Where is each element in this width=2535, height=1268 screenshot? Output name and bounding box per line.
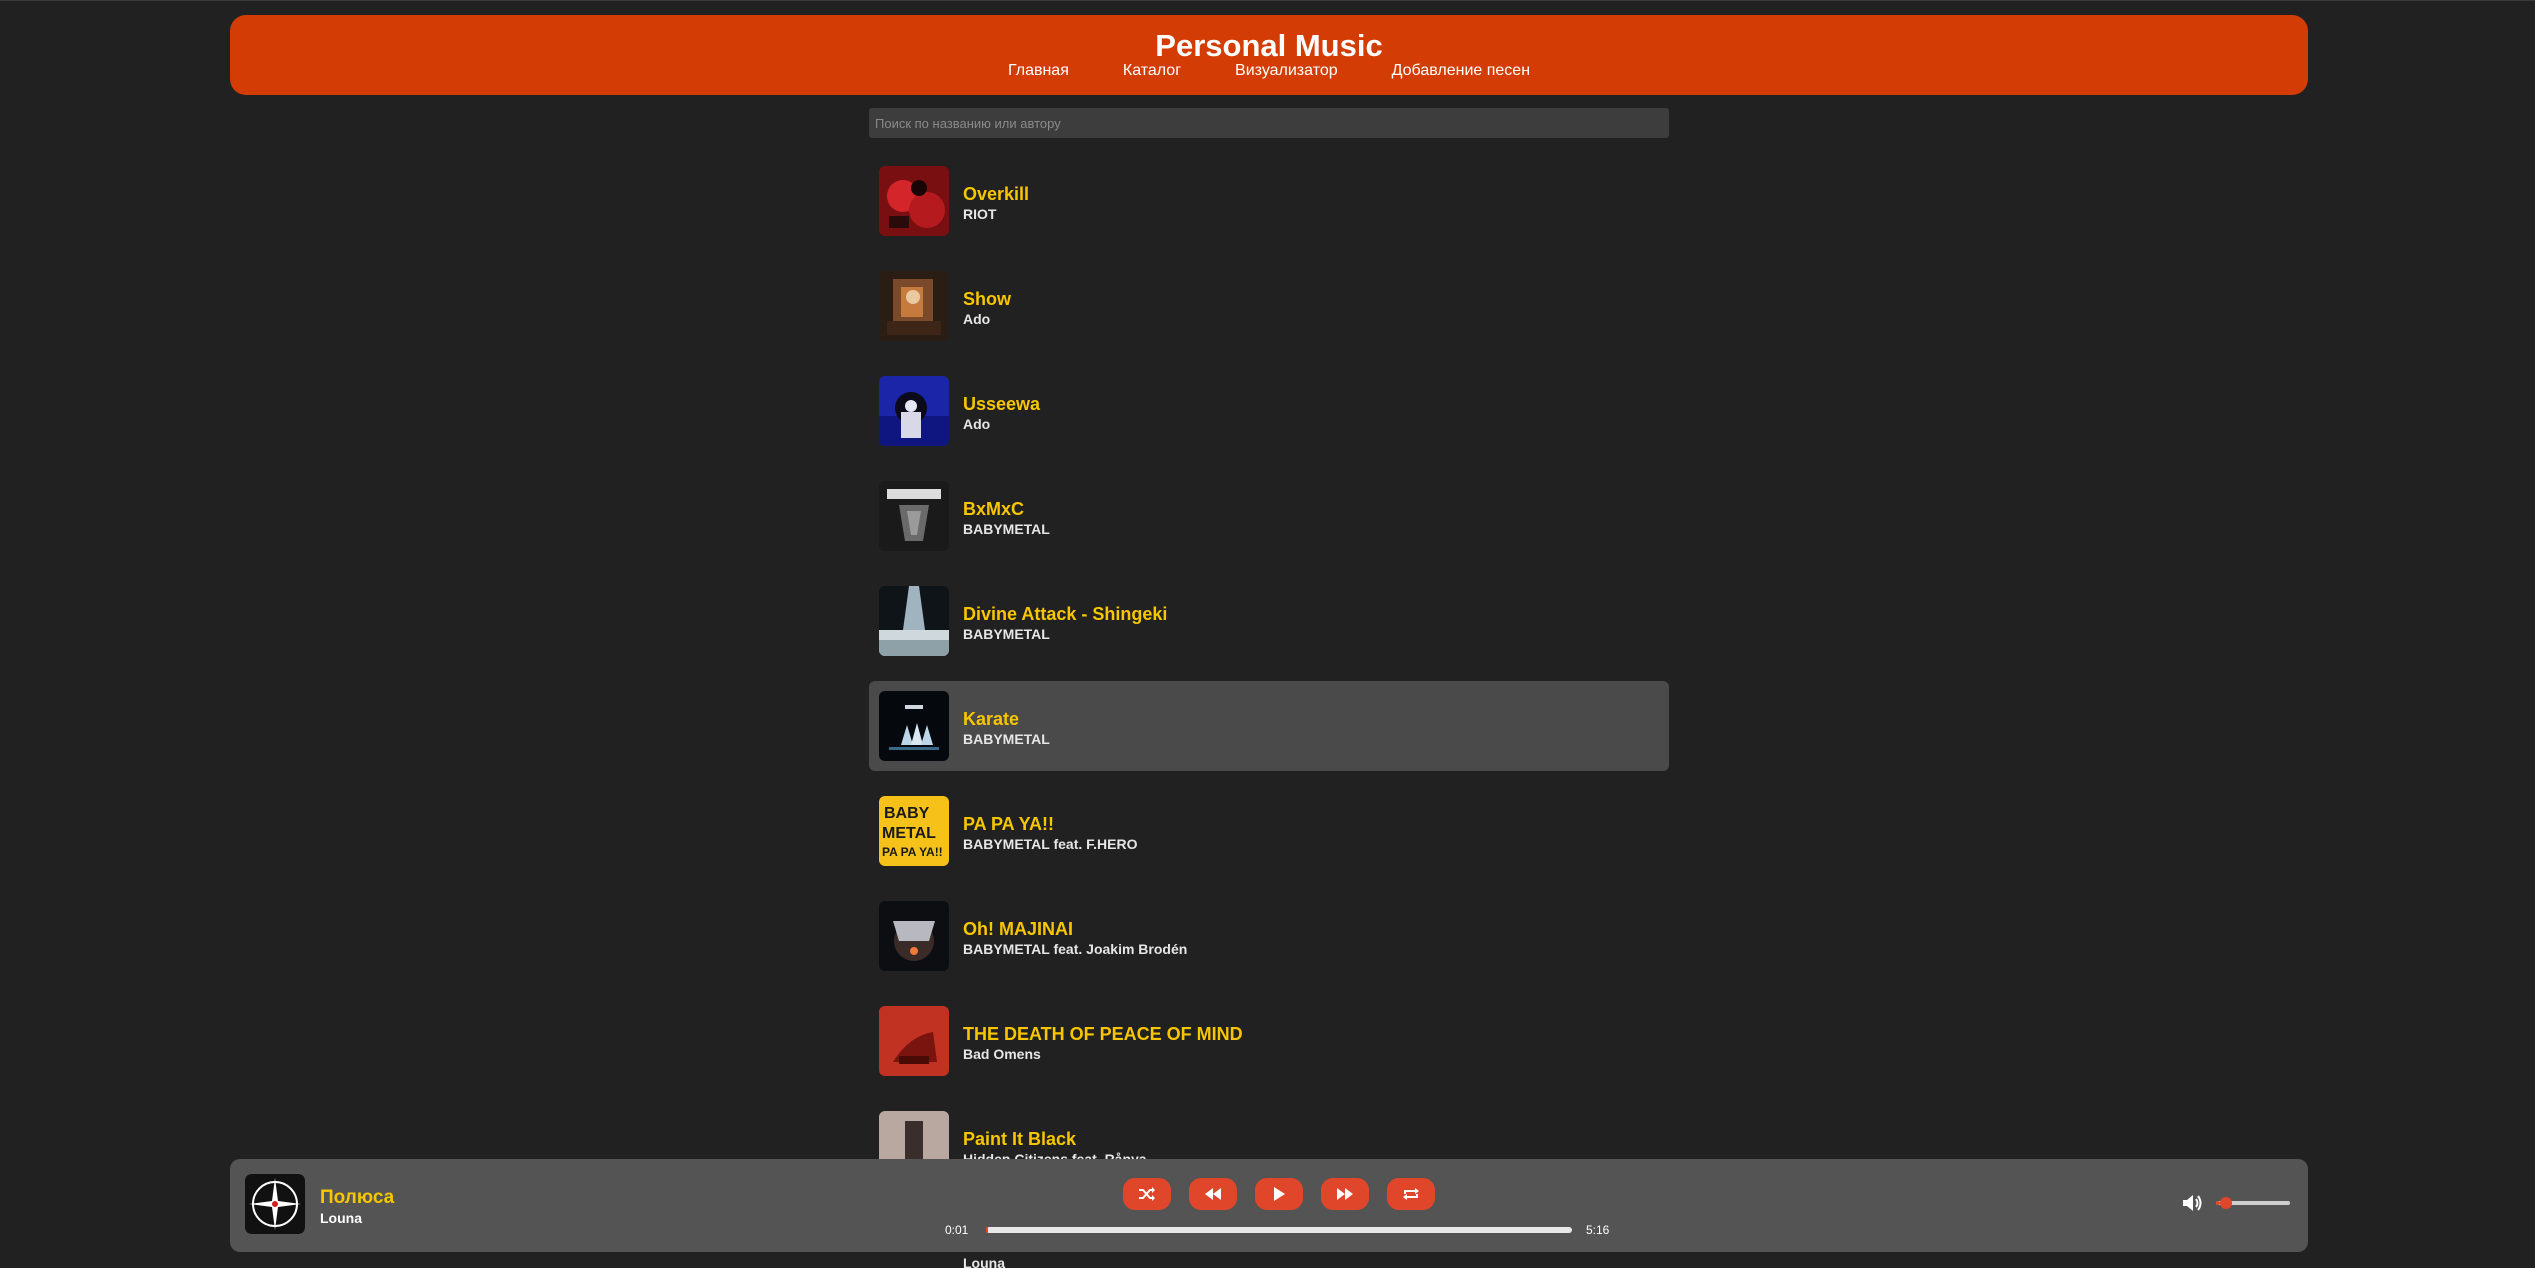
repeat-button[interactable] bbox=[1387, 1178, 1435, 1210]
app-title: Personal Music bbox=[1155, 28, 1383, 63]
song-title: Karate bbox=[963, 709, 1020, 729]
nav-add-songs[interactable]: Добавление песен bbox=[1365, 62, 1557, 80]
progress-fill bbox=[986, 1227, 988, 1233]
album-cover bbox=[879, 271, 949, 341]
song-title: Show bbox=[963, 289, 1011, 309]
now-playing-artist: Louna bbox=[320, 1210, 362, 1226]
album-cover bbox=[879, 481, 949, 551]
album-cover bbox=[879, 166, 949, 236]
search-input[interactable] bbox=[869, 108, 1669, 138]
song-title: Overkill bbox=[963, 184, 1030, 204]
song-title: BxMxC bbox=[963, 499, 1025, 519]
song-item-oh-majinai[interactable]: Oh! MAJINAI BABYMETAL feat. Joakim Brodé… bbox=[869, 891, 1669, 981]
app-header: Personal Music Главная Каталог Визуализа… bbox=[230, 15, 2308, 95]
volume-slider[interactable] bbox=[2216, 1197, 2290, 1209]
song-item-show[interactable]: Show Ado bbox=[869, 261, 1669, 351]
total-time: 5:16 bbox=[1586, 1223, 1610, 1237]
song-artist: BABYMETAL bbox=[963, 731, 1050, 747]
nav-visualizer[interactable]: Визуализатор bbox=[1208, 62, 1365, 80]
album-cover bbox=[879, 376, 949, 446]
now-playing-cover bbox=[245, 1174, 305, 1234]
song-item-overkill[interactable]: Overkill RIOT bbox=[869, 156, 1669, 246]
repeat-icon bbox=[1403, 1188, 1419, 1200]
song-artist: BABYMETAL feat. F.HERO bbox=[963, 836, 1138, 852]
song-item-bxmxc[interactable]: BxMxC BABYMETAL bbox=[869, 471, 1669, 561]
song-artist: BABYMETAL bbox=[963, 521, 1050, 537]
nav-home[interactable]: Главная bbox=[981, 62, 1096, 80]
song-title: Oh! MAJINAI bbox=[963, 919, 1073, 939]
fast-forward-button[interactable] bbox=[1321, 1178, 1369, 1210]
main-nav: Главная Каталог Визуализатор Добавление … bbox=[230, 62, 2308, 80]
current-time: 0:01 bbox=[945, 1223, 969, 1237]
song-item-death-of-peace[interactable]: THE DEATH OF PEACE OF MIND Bad Omens bbox=[869, 996, 1669, 1086]
fast-forward-icon bbox=[1337, 1188, 1353, 1200]
song-artist: Ado bbox=[963, 416, 991, 432]
song-title: Divine Attack - Shingeki bbox=[963, 604, 1168, 624]
nav-catalog[interactable]: Каталог bbox=[1096, 62, 1208, 80]
svg-text:PA PA YA!!: PA PA YA!! bbox=[882, 845, 943, 859]
shuffle-button[interactable] bbox=[1123, 1178, 1171, 1210]
album-cover bbox=[879, 586, 949, 656]
next-song-artist: Louna bbox=[963, 1255, 1005, 1268]
song-title: PA PA YA!! bbox=[963, 814, 1055, 834]
song-title: Paint It Black bbox=[963, 1129, 1077, 1149]
rewind-icon bbox=[1205, 1188, 1221, 1200]
music-player: Полюса Louna 0:01 5:16 bbox=[230, 1159, 2308, 1252]
album-cover bbox=[879, 901, 949, 971]
song-artist: BABYMETAL feat. Joakim Brodén bbox=[963, 941, 1188, 957]
shuffle-icon bbox=[1139, 1187, 1155, 1201]
volume-icon[interactable] bbox=[2182, 1193, 2204, 1213]
rewind-button[interactable] bbox=[1189, 1178, 1237, 1210]
svg-text:METAL: METAL bbox=[882, 825, 936, 842]
playback-controls bbox=[1123, 1178, 1435, 1210]
song-list: Overkill RIOT Show Ado Usseewa Ado BxMxC… bbox=[869, 156, 1669, 1206]
song-artist: BABYMETAL bbox=[963, 626, 1050, 642]
song-item-usseewa[interactable]: Usseewa Ado bbox=[869, 366, 1669, 456]
song-title: THE DEATH OF PEACE OF MIND bbox=[963, 1024, 1243, 1044]
song-artist: Ado bbox=[963, 311, 991, 327]
album-cover bbox=[879, 691, 949, 761]
now-playing-title: Полюса bbox=[320, 1187, 395, 1208]
album-cover bbox=[879, 1006, 949, 1076]
song-item-karate[interactable]: Karate BABYMETAL bbox=[869, 681, 1669, 771]
song-artist: RIOT bbox=[963, 206, 997, 222]
svg-text:BABY: BABY bbox=[884, 805, 930, 822]
song-item-divine-attack[interactable]: Divine Attack - Shingeki BABYMETAL bbox=[869, 576, 1669, 666]
progress-bar[interactable] bbox=[986, 1227, 1572, 1233]
play-icon bbox=[1274, 1187, 1285, 1201]
play-button[interactable] bbox=[1255, 1178, 1303, 1210]
volume-knob[interactable] bbox=[2219, 1197, 2232, 1209]
song-artist: Bad Omens bbox=[963, 1046, 1041, 1062]
song-item-pa-pa-ya[interactable]: BABY METAL PA PA YA!! PA PA YA!! BABYMETAL… bbox=[869, 786, 1669, 876]
album-cover: BABY METAL PA PA YA!! bbox=[879, 796, 949, 866]
song-title: Usseewa bbox=[963, 394, 1041, 414]
